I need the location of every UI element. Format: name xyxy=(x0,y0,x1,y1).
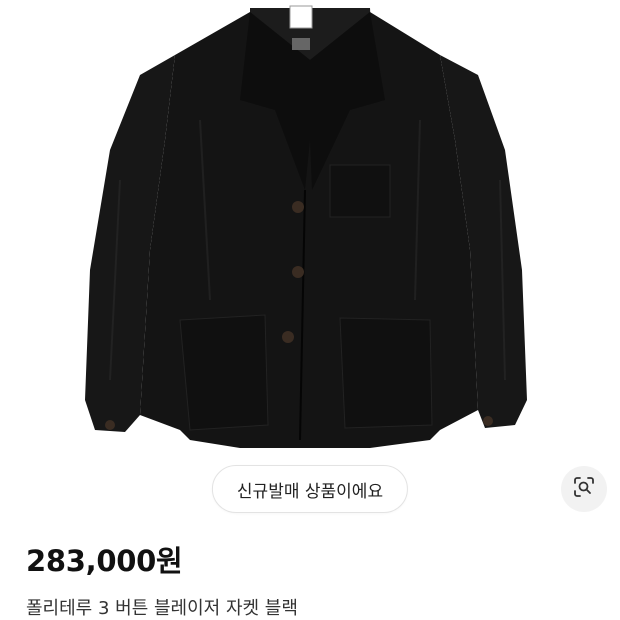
new-release-badge-label: 신규발매 상품이에요 xyxy=(236,481,384,502)
black-jacket-photo xyxy=(85,5,527,448)
image-search-icon xyxy=(572,475,596,503)
product-price: 283,000원 xyxy=(26,544,183,578)
image-search-button[interactable] xyxy=(561,466,607,512)
product-name: 폴리테루 3 버튼 블레이저 자켓 블랙 xyxy=(26,598,298,619)
product-image[interactable] xyxy=(0,0,620,520)
new-release-badge: 신규발매 상품이에요 xyxy=(211,465,409,513)
